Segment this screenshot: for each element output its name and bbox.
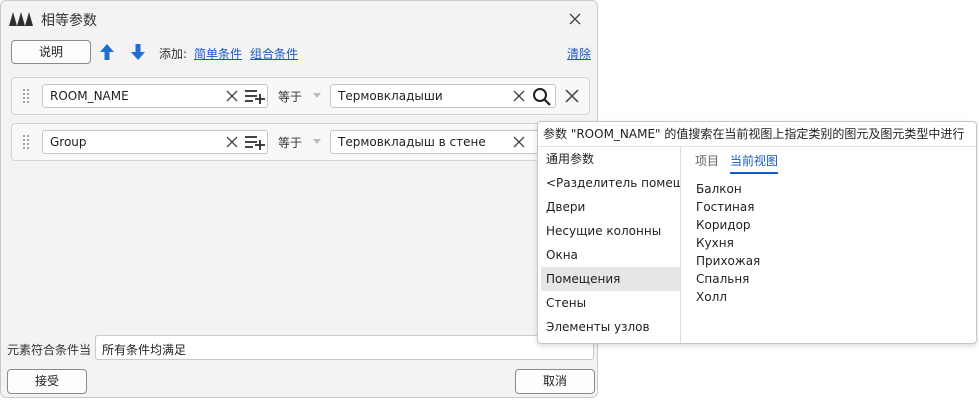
param-value: Group xyxy=(50,135,87,149)
clear-field-icon[interactable] xyxy=(512,135,526,149)
match-mode-value: 所有条件均满足 xyxy=(102,343,187,357)
value-option[interactable]: Спальня xyxy=(696,272,749,286)
dropdown-caret-icon[interactable] xyxy=(313,139,321,144)
clear-field-icon[interactable] xyxy=(225,89,239,103)
value-text: Термовкладыши xyxy=(338,89,443,103)
popup-header: 参数 "ROOM_NAME" 的值搜索在当前视图上指定类别的图元及图元类型中进行 xyxy=(543,127,965,141)
divider xyxy=(680,147,681,343)
category-item[interactable]: Двери xyxy=(541,195,680,219)
drag-handle-icon[interactable] xyxy=(22,134,30,150)
category-item[interactable]: Стены xyxy=(541,291,680,315)
value-text: Термовкладыш в стене xyxy=(338,135,486,149)
category-item[interactable]: Окна xyxy=(541,243,680,267)
move-up-icon[interactable] xyxy=(99,43,115,61)
category-list: 通用参数 <Разделитель помещений> Двери Несущ… xyxy=(541,147,680,343)
rule-row: Group 等于 Термовкладыш в стене xyxy=(11,123,590,161)
close-icon[interactable] xyxy=(567,11,583,27)
param-value: ROOM_NAME xyxy=(50,89,129,103)
dialog-title: 相等参数 xyxy=(41,13,97,29)
dropdown-caret-icon[interactable] xyxy=(313,93,321,98)
param-field[interactable]: Group xyxy=(42,130,268,154)
tab-project[interactable]: 项目 xyxy=(695,152,719,169)
category-item[interactable]: 通用参数 xyxy=(541,147,680,171)
drag-handle-icon[interactable] xyxy=(22,88,30,104)
category-item[interactable]: Элементы узлов xyxy=(541,315,680,339)
condition-dialog: 相等参数 说明 添加: 简单条件 组合条件 清除 ROOM_NAME 等于 Те… xyxy=(0,0,598,398)
value-option[interactable]: Прихожая xyxy=(696,254,760,268)
clear-link[interactable]: 清除 xyxy=(567,45,591,62)
add-list-icon[interactable] xyxy=(244,134,266,150)
value-field[interactable]: Термовкладыш в стене xyxy=(330,130,556,154)
cancel-button[interactable]: 取消 xyxy=(515,369,595,394)
app-logo-icon xyxy=(9,12,33,26)
explain-button[interactable]: 说明 xyxy=(11,40,91,64)
rule-row: ROOM_NAME 等于 Термовкладыши xyxy=(11,77,590,115)
simple-condition-link[interactable]: 简单条件 xyxy=(194,45,242,62)
compound-condition-link[interactable]: 组合条件 xyxy=(250,45,298,62)
add-label: 添加: xyxy=(159,47,188,61)
clear-field-icon[interactable] xyxy=(225,135,239,149)
category-item[interactable]: Несущие колонны xyxy=(541,219,680,243)
match-mode-select[interactable]: 所有条件均满足 xyxy=(95,335,594,360)
accept-button[interactable]: 接受 xyxy=(7,369,87,394)
value-option[interactable]: Коридор xyxy=(696,218,751,232)
value-option[interactable]: Кухня xyxy=(696,236,734,250)
operator-select[interactable]: 等于 xyxy=(278,134,302,151)
add-list-icon[interactable] xyxy=(244,88,266,104)
value-lookup-popup: 参数 "ROOM_NAME" 的值搜索在当前视图上指定类别的图元及图元类型中进行… xyxy=(537,121,977,344)
move-down-icon[interactable] xyxy=(130,43,146,61)
tab-current-view[interactable]: 当前视图 xyxy=(730,152,779,174)
category-item-selected[interactable]: Помещения xyxy=(541,267,680,291)
param-field[interactable]: ROOM_NAME xyxy=(42,84,268,108)
titlebar: 相等参数 xyxy=(1,1,597,37)
value-option[interactable]: Гостиная xyxy=(696,200,754,214)
operator-select[interactable]: 等于 xyxy=(278,88,302,105)
delete-rule-icon[interactable] xyxy=(565,89,579,103)
value-field[interactable]: Термовкладыши xyxy=(330,84,556,108)
value-option[interactable]: Холл xyxy=(696,290,727,304)
clear-field-icon[interactable] xyxy=(512,89,526,103)
search-icon[interactable] xyxy=(532,87,552,106)
value-option[interactable]: Балкон xyxy=(696,182,742,196)
match-label: 元素符合条件当 xyxy=(7,343,92,357)
category-item[interactable]: <Разделитель помещений> xyxy=(541,171,680,195)
